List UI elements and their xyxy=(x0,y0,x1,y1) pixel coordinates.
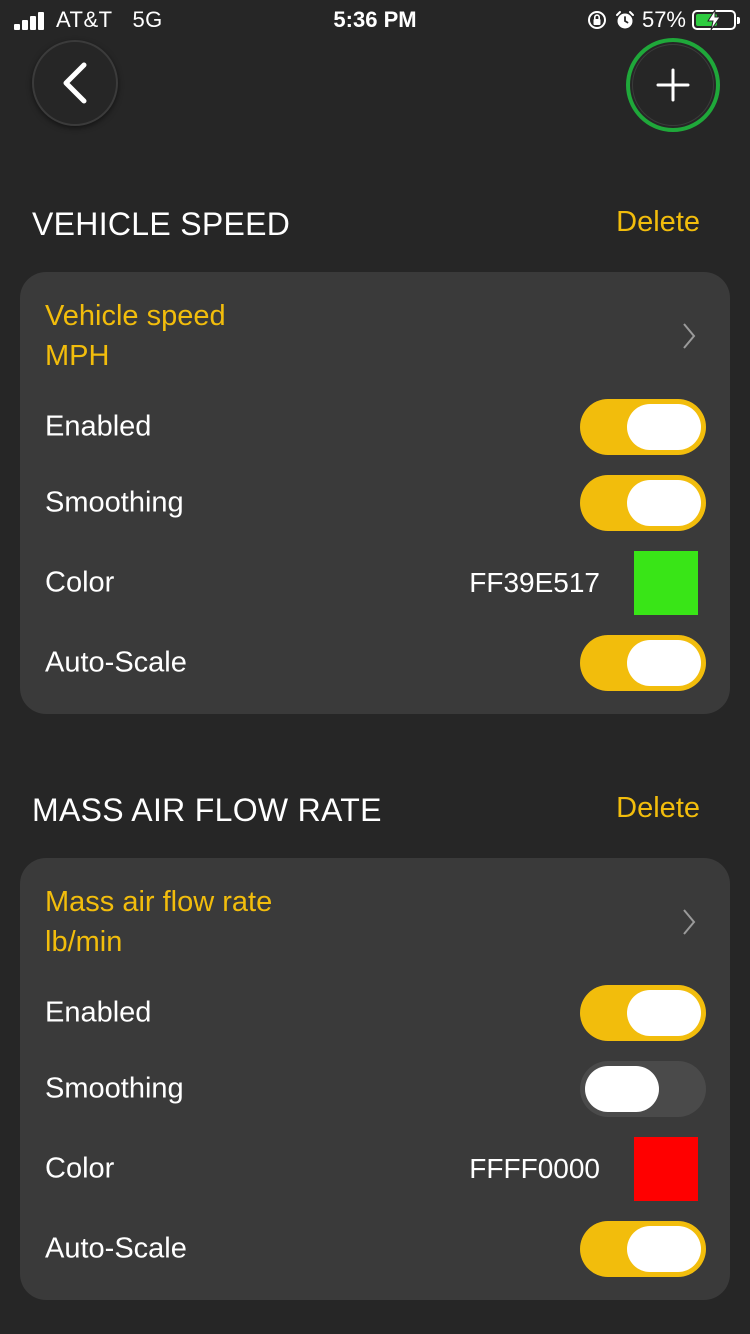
status-bar: AT&T 5G 5:36 PM 57% xyxy=(0,0,750,40)
smoothing-toggle[interactable] xyxy=(580,475,706,531)
section-title: MASS AIR FLOW RATE xyxy=(32,792,382,828)
enabled-toggle[interactable] xyxy=(580,985,706,1041)
autoscale-toggle[interactable] xyxy=(580,1221,706,1277)
add-button[interactable] xyxy=(626,38,720,132)
smoothing-row: Smoothing xyxy=(20,1051,730,1127)
section-header-vehicle-speed: VEHICLE SPEED Delete xyxy=(32,206,700,246)
section-title: VEHICLE SPEED xyxy=(32,206,291,242)
color-swatch[interactable] xyxy=(634,551,698,615)
chevron-left-icon xyxy=(63,62,87,104)
chevron-right-icon xyxy=(683,323,696,349)
smoothing-row: Smoothing xyxy=(20,465,730,541)
sensor-selector[interactable]: Mass air flow rate lb/min xyxy=(20,858,730,968)
sensor-unit: lb/min xyxy=(45,926,123,958)
enabled-row: Enabled xyxy=(20,389,730,465)
plus-icon xyxy=(656,68,690,102)
color-row[interactable]: Color FFFF0000 xyxy=(20,1131,730,1207)
bolt-icon xyxy=(707,10,721,30)
chevron-right-icon xyxy=(683,909,696,935)
smoothing-label: Smoothing xyxy=(45,1072,184,1105)
enabled-label: Enabled xyxy=(45,996,152,1029)
color-label: Color xyxy=(45,1152,115,1185)
enabled-toggle[interactable] xyxy=(580,399,706,455)
battery-charging-icon xyxy=(692,10,740,30)
back-button[interactable] xyxy=(32,40,118,126)
enabled-label: Enabled xyxy=(45,410,152,443)
autoscale-label: Auto-Scale xyxy=(45,1232,187,1265)
autoscale-toggle[interactable] xyxy=(580,635,706,691)
delete-button[interactable]: Delete xyxy=(616,206,700,239)
color-swatch[interactable] xyxy=(634,1137,698,1201)
smoothing-toggle[interactable] xyxy=(580,1061,706,1117)
status-right: 57% xyxy=(586,6,740,34)
color-label: Color xyxy=(45,566,115,599)
sensor-name: Vehicle speed xyxy=(45,300,226,332)
alarm-icon xyxy=(615,11,634,29)
color-row[interactable]: Color FF39E517 xyxy=(20,545,730,621)
sensor-card-vehicle-speed: Vehicle speed MPH Enabled Smoothing Colo… xyxy=(20,272,730,714)
delete-button[interactable]: Delete xyxy=(616,792,700,825)
autoscale-row: Auto-Scale xyxy=(20,625,730,701)
smoothing-label: Smoothing xyxy=(45,486,184,519)
autoscale-label: Auto-Scale xyxy=(45,646,187,679)
sensor-selector[interactable]: Vehicle speed MPH xyxy=(20,272,730,382)
sensor-unit: MPH xyxy=(45,340,110,372)
color-hex-value: FFFF0000 xyxy=(469,1153,600,1184)
orientation-lock-icon xyxy=(587,11,606,29)
section-header-mass-air-flow-rate: MASS AIR FLOW RATE Delete xyxy=(32,792,700,832)
sensor-name: Mass air flow rate xyxy=(45,886,273,918)
sensor-card-mass-air-flow-rate: Mass air flow rate lb/min Enabled Smooth… xyxy=(20,858,730,1300)
autoscale-row: Auto-Scale xyxy=(20,1211,730,1287)
enabled-row: Enabled xyxy=(20,975,730,1051)
battery-percent: 57% xyxy=(641,7,686,32)
color-hex-value: FF39E517 xyxy=(469,567,600,598)
